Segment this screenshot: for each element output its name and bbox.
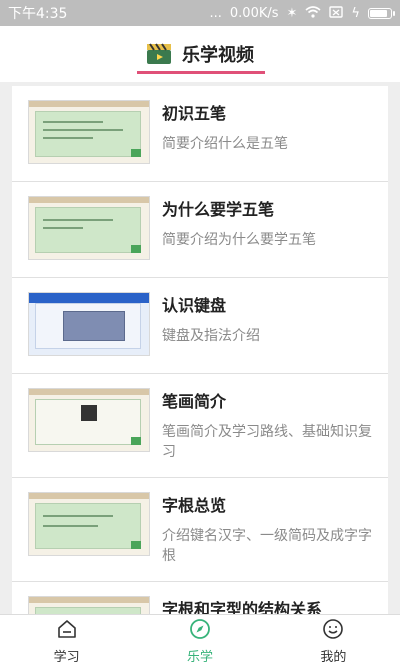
nav-label: 学习 [53,649,80,665]
video-thumbnail [28,388,150,452]
smiley-icon [323,618,344,639]
title-underline [137,71,265,74]
nav-tab-study[interactable]: 学习 [0,615,133,667]
nav-label: 我的 [320,649,347,665]
nav-tab-mine[interactable]: 我的 [267,615,400,667]
nav-label: 乐学 [186,649,213,665]
video-description: 介绍键名汉字、一级简码及成字字根 [162,528,372,564]
nav-tab-lexue[interactable]: 乐学 [133,615,266,667]
charging-icon: ϟ [351,5,360,21]
bottom-nav: 学习 乐学 我的 [0,614,400,667]
wifi-icon [305,5,321,21]
status-bar: 下午4:35 ... 0.00K/s ✶ ϟ [0,0,400,26]
video-thumbnail [28,596,150,614]
compass-icon [190,618,210,639]
video-title: 字根总览 [162,496,227,515]
page-title: 乐学视频 [182,45,254,66]
video-thumbnail [28,100,150,164]
video-description: 简要介绍什么是五笔 [162,136,288,152]
video-thumbnail [28,196,150,260]
video-description: 简要介绍为什么要学五笔 [162,232,316,248]
video-description: 笔画简介及学习路线、基础知识复习 [162,424,372,460]
video-item-4[interactable]: 笔画简介 笔画简介及学习路线、基础知识复习 [12,374,388,478]
video-list[interactable]: 初识五笔 简要介绍什么是五笔 为什么要学五笔 简要介绍为什么要学五笔 认识键盘 … [12,86,388,614]
header-title-group: 乐学视频 [146,41,254,67]
vibrate-icon: ✶ [286,5,298,21]
clapperboard-icon [147,43,171,64]
network-speed: 0.00K/s [229,5,279,21]
video-thumbnail [28,292,150,356]
video-item-3[interactable]: 认识键盘 键盘及指法介绍 [12,278,388,374]
video-item-5[interactable]: 字根总览 介绍键名汉字、一级简码及成字字根 [12,478,388,582]
video-item-6[interactable]: 字根和字型的结构关系 [12,582,388,614]
video-item-2[interactable]: 为什么要学五笔 简要介绍为什么要学五笔 [12,182,388,278]
video-title: 字根和字型的结构关系 [162,600,323,614]
video-title: 认识键盘 [162,296,227,315]
video-description: 键盘及指法介绍 [162,328,260,344]
video-item-1[interactable]: 初识五笔 简要介绍什么是五笔 [12,86,388,182]
status-time: 下午4:35 [8,6,68,22]
video-title: 初识五笔 [162,104,227,123]
status-right: ... 0.00K/s ✶ ϟ [209,5,395,21]
home-icon [57,619,76,638]
video-title: 为什么要学五笔 [162,200,275,219]
battery-fill [370,9,387,17]
video-thumbnail [28,492,150,556]
status-dots: ... [209,5,222,21]
sim-off-icon [329,5,344,21]
battery-icon [368,7,395,19]
video-title: 笔画简介 [162,392,227,411]
